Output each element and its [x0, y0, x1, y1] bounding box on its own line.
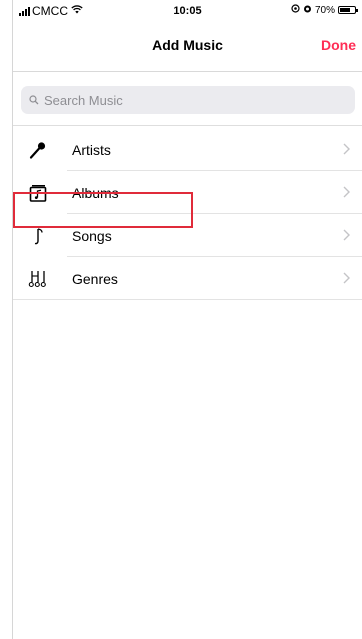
list-item-artists[interactable]: Artists: [13, 128, 362, 171]
chevron-right-icon: [343, 142, 350, 160]
list-item-songs[interactable]: Songs: [13, 214, 362, 257]
category-list: Artists Albums Songs Genres: [13, 128, 362, 300]
music-note-icon: [27, 225, 49, 247]
battery-percent: 70%: [314, 4, 335, 16]
album-icon: [27, 182, 49, 204]
chevron-right-icon: [343, 271, 350, 289]
phone-screen: CMCC 10:05 70% Add Music Done Search Mus…: [12, 0, 362, 639]
list-item-label: Albums: [72, 184, 119, 201]
list-item-genres[interactable]: Genres: [13, 257, 362, 300]
list-item-albums[interactable]: Albums: [13, 171, 362, 214]
list-item-label: Songs: [72, 227, 112, 244]
search-icon: [29, 95, 39, 105]
divider: [13, 125, 362, 126]
row-separator: [13, 299, 362, 300]
battery-icon: [338, 6, 358, 14]
microphone-icon: [27, 139, 49, 161]
status-bar: CMCC 10:05 70%: [13, 0, 362, 20]
status-right: 70%: [291, 4, 358, 16]
search-placeholder: Search Music: [44, 92, 123, 108]
list-item-label: Genres: [72, 270, 118, 287]
genres-icon: [27, 268, 49, 290]
done-button[interactable]: Done: [321, 37, 356, 53]
list-item-label: Artists: [72, 141, 111, 158]
chevron-right-icon: [343, 228, 350, 246]
page-title: Add Music: [152, 37, 223, 53]
search-field[interactable]: Search Music: [21, 86, 355, 114]
chevron-right-icon: [343, 185, 350, 203]
lock-rotation-icon: [291, 4, 300, 16]
alarm-icon: [303, 4, 312, 16]
battery-fill: [340, 8, 350, 12]
navigation-bar: Add Music Done: [13, 20, 362, 72]
